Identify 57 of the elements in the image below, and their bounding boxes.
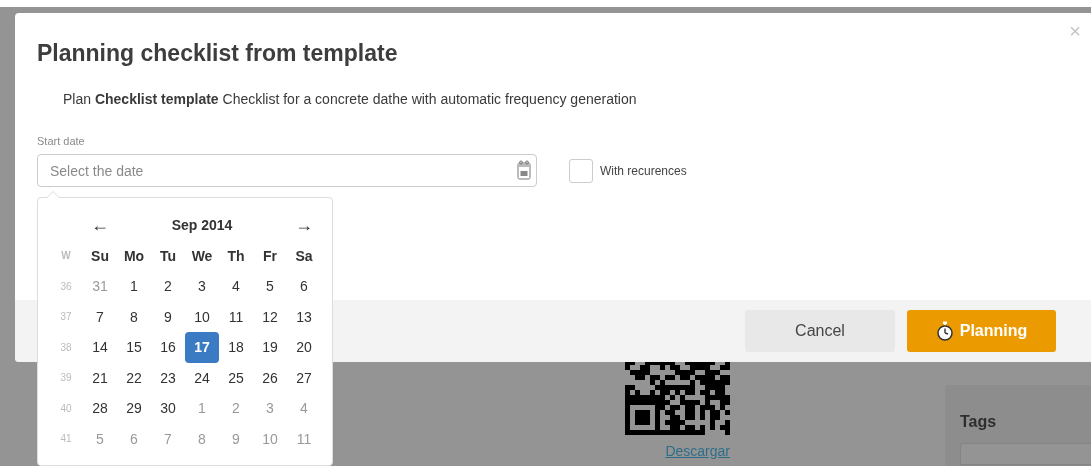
week-number: 38 <box>59 340 73 355</box>
week-number: 39 <box>59 371 73 386</box>
calendar-day[interactable]: 19 <box>253 332 287 363</box>
weekday-label: Sa <box>294 246 314 266</box>
calendar-day[interactable]: 12 <box>253 301 287 332</box>
calendar-day[interactable]: 25 <box>219 362 253 393</box>
calendar-day[interactable]: 15 <box>117 332 151 363</box>
recurrences-checkbox[interactable] <box>569 158 593 183</box>
calendar-day[interactable]: 1 <box>117 271 151 302</box>
calendar-day[interactable]: 17 <box>185 332 219 363</box>
calendar-day[interactable]: 10 <box>185 301 219 332</box>
dialog-title: Planning checklist from template <box>37 39 399 68</box>
calendar-day[interactable]: 21 <box>83 362 117 393</box>
calendar-day[interactable]: 2 <box>151 271 185 302</box>
calendar-icon <box>517 160 531 180</box>
calendar-day[interactable]: 27 <box>287 362 321 393</box>
weekday-label: Fr <box>262 246 278 266</box>
weekday-label: Su <box>90 246 110 266</box>
previous-month-button[interactable]: ← <box>83 210 117 241</box>
calendar-day[interactable]: 11 <box>219 301 253 332</box>
calendar-day[interactable]: 20 <box>287 332 321 363</box>
week-header: W <box>60 249 72 264</box>
tags-label: Tags <box>960 413 998 431</box>
dialog-description: Plan Checklist template Checklist for a concrete dathe with automatic frequency generation <box>63 91 638 107</box>
checkbox-label: With recurences <box>600 163 687 178</box>
field-label: Start date <box>37 135 86 147</box>
weekday-label: Tu <box>158 246 178 266</box>
week-number: 40 <box>59 401 73 416</box>
calendar-day[interactable]: 9 <box>151 301 185 332</box>
calendar-day[interactable]: 13 <box>287 301 321 332</box>
calendar-day[interactable]: 4 <box>219 271 253 302</box>
calendar-day[interactable]: 22 <box>117 362 151 393</box>
weekday-label: Mo <box>122 246 146 266</box>
calendar-day[interactable]: 23 <box>151 362 185 393</box>
weekday-label: We <box>190 246 214 266</box>
calendar-day[interactable]: 16 <box>151 332 185 363</box>
next-month-button[interactable]: → <box>287 210 321 241</box>
stopwatch-icon <box>935 321 954 341</box>
calendar-day[interactable]: 28 <box>83 393 117 424</box>
cancel-button[interactable]: Cancel <box>745 310 895 352</box>
calendar-day[interactable]: 8 <box>117 301 151 332</box>
calendar-day[interactable]: 7 <box>83 301 117 332</box>
week-number: 41 <box>59 432 73 447</box>
calendar-day[interactable]: 5 <box>253 271 287 302</box>
calendar-day[interactable]: 29 <box>117 393 151 424</box>
week-number: 37 <box>59 310 73 325</box>
month-title[interactable]: Sep 2014 <box>117 210 287 241</box>
calendar-day[interactable]: 18 <box>219 332 253 363</box>
calendar-day[interactable]: 26 <box>253 362 287 393</box>
week-number: 36 <box>59 279 73 294</box>
weekday-label: Th <box>226 246 246 266</box>
calendar-day[interactable]: 3 <box>185 271 219 302</box>
date-field[interactable]: Select the date <box>37 154 537 187</box>
calendar-day[interactable]: 14 <box>83 332 117 363</box>
calendar-day[interactable]: 24 <box>185 362 219 393</box>
calendar-day[interactable]: 6 <box>287 271 321 302</box>
calendar-day[interactable]: 30 <box>151 393 185 424</box>
